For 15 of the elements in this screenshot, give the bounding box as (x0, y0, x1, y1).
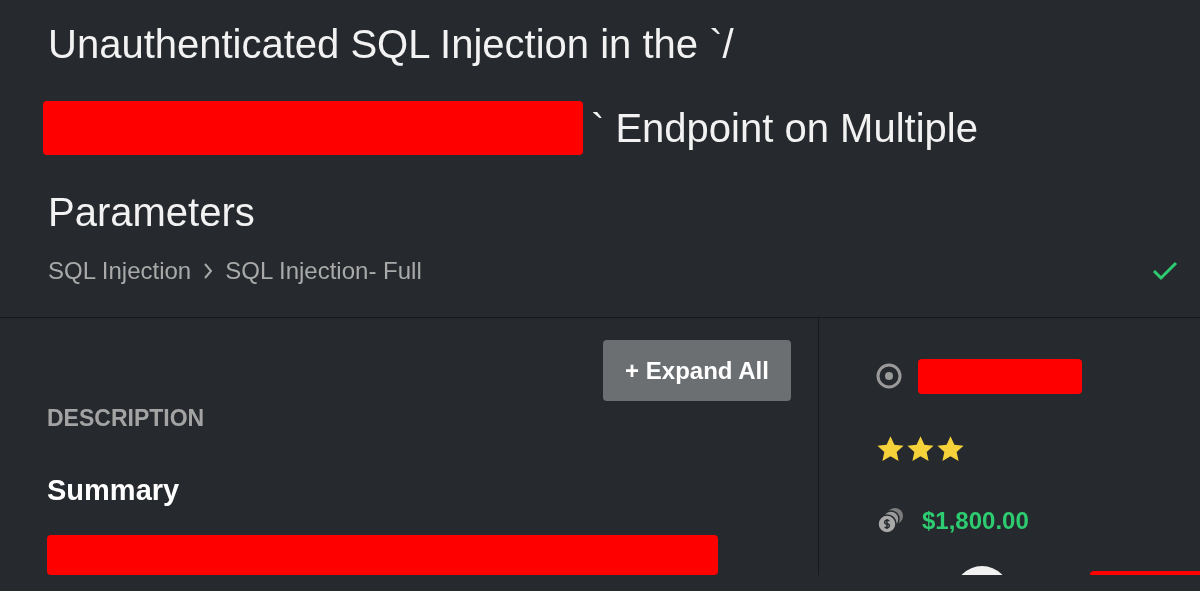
breadcrumb-link[interactable]: SQL Injection- Full (225, 256, 422, 285)
report-title: ` Endpoint on Multiple (591, 105, 978, 152)
target-icon (876, 363, 902, 389)
summary-heading: Summary (47, 474, 181, 507)
report-title: Parameters (48, 189, 255, 236)
star-icon (906, 435, 935, 463)
expand-all-button[interactable]: + Expand All (603, 340, 791, 401)
report-title: Unauthenticated SQL Injection in the `/ (48, 21, 734, 68)
bounty-amount: $1,800.00 (922, 507, 1029, 535)
star-icon (936, 435, 965, 463)
section-label: DESCRIPTION (47, 405, 206, 432)
chevron-right-icon (203, 262, 214, 279)
star-icon (876, 435, 905, 463)
breadcrumb-link[interactable]: SQL Injection (48, 256, 192, 285)
coins-icon (876, 506, 906, 536)
